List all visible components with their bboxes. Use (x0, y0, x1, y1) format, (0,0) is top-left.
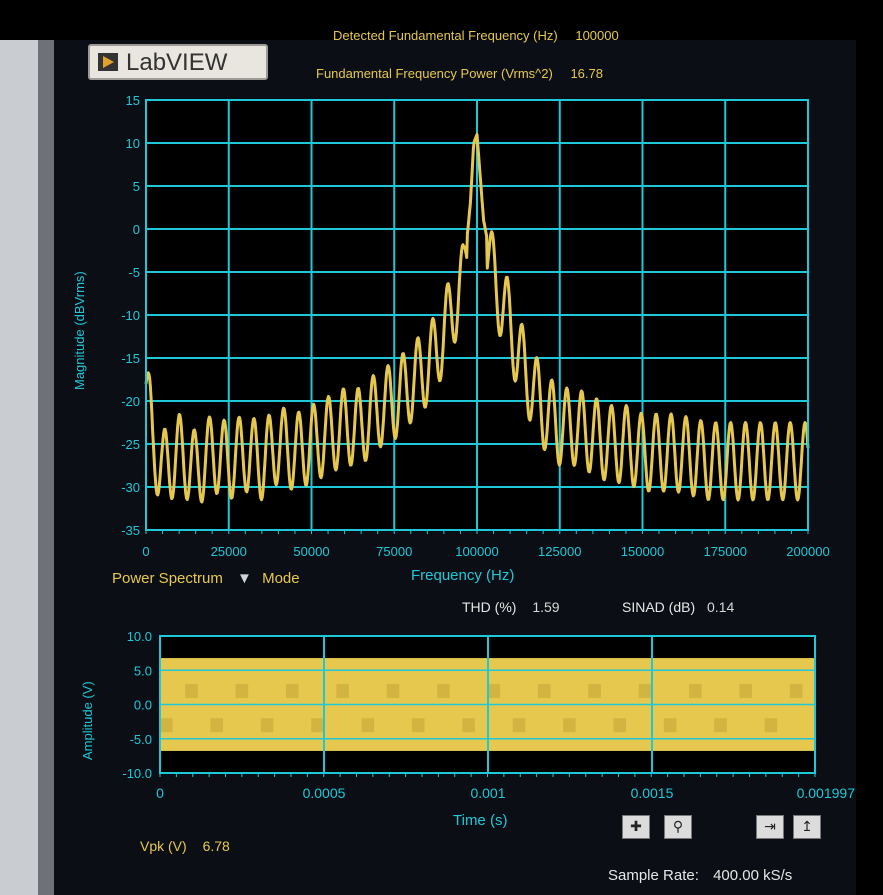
magnitude-axis-label: Magnitude (dBVrms) (72, 271, 87, 390)
time-x-tick-label: 0.001997 (797, 785, 856, 801)
spectrum-y-tick-label: -5 (128, 265, 140, 280)
time-y-tick-label: 10.0 (127, 629, 152, 644)
thd-row: THD (%) 1.59 (462, 599, 560, 615)
amplitude-axis-label: Amplitude (V) (80, 681, 95, 760)
spectrum-x-tick-label: 0 (142, 544, 149, 559)
time-signal-texture (437, 683, 450, 698)
spectrum-y-tick-label: -35 (121, 523, 140, 538)
vpk-label: Vpk (V) (140, 838, 187, 854)
time-y-tick-label: -5.0 (130, 732, 152, 747)
spectrum-mode-control[interactable]: Power Spectrum ▼ Mode (112, 570, 300, 587)
time-axis-label: Time (s) (453, 812, 508, 829)
spectrum-x-tick-label: 25000 (211, 544, 247, 559)
thd-value: 1.59 (532, 599, 560, 615)
time-signal-texture (714, 718, 727, 733)
spectrum-x-tick-label: 75000 (376, 544, 412, 559)
time-x-tick-label: 0 (156, 785, 164, 801)
spectrum-x-tick-label: 50000 (293, 544, 329, 559)
autoscale-x-icon[interactable]: ⇥ (756, 815, 784, 839)
time-signal-texture (487, 683, 501, 698)
time-signal-texture (588, 683, 601, 698)
spectrum-y-tick-label: -30 (121, 480, 140, 495)
autoscale-y-icon[interactable]: ↥ (793, 815, 821, 839)
time-y-tick-label: 5.0 (134, 663, 152, 678)
spectrum-y-tick-label: -25 (121, 437, 140, 452)
time-signal-texture (411, 718, 425, 733)
time-x-tick-label: 0.0015 (631, 785, 674, 801)
time-signal-texture (260, 718, 274, 733)
time-signal-texture (185, 683, 198, 698)
spectrum-mode-caption: Mode (262, 570, 300, 587)
time-signal-texture (789, 683, 803, 698)
spectrum-x-tick-label: 175000 (704, 544, 747, 559)
time-signal-texture (739, 683, 753, 698)
time-signal-texture (764, 718, 778, 733)
spectrum-y-tick-label: 5 (133, 179, 140, 194)
cursor-crosshair-icon[interactable]: ✚ (622, 815, 650, 839)
time-signal-texture (386, 683, 400, 698)
time-y-tick-label: -10.0 (122, 766, 152, 781)
time-signal-texture (462, 718, 475, 733)
time-y-tick-label: 0.0 (134, 698, 152, 713)
time-signal-texture (235, 683, 249, 698)
zoom-icon[interactable]: ⚲ (664, 815, 692, 839)
sinad-label: SINAD (dB) (622, 599, 696, 615)
sample-rate-value: 400.00 kS/s (713, 867, 793, 884)
spectrum-y-tick-label: 15 (126, 93, 140, 108)
time-signal-texture (689, 683, 702, 698)
vpk-row: Vpk (V) 6.78 (140, 838, 230, 854)
spectrum-y-tick-label: 10 (126, 136, 140, 151)
time-signal-texture (663, 718, 677, 733)
time-x-tick-label: 0.001 (470, 785, 505, 801)
time-signal-texture (537, 683, 551, 698)
time-signal-texture (285, 683, 299, 698)
spectrum-y-tick-label: -10 (121, 308, 140, 323)
spectrum-x-tick-label: 100000 (455, 544, 498, 559)
sample-rate-label: Sample Rate: (608, 867, 699, 884)
vpk-value: 6.78 (202, 838, 230, 854)
frequency-axis-label: Frequency (Hz) (411, 567, 515, 584)
sinad-row: SINAD (dB) 0.14 (622, 599, 734, 615)
time-signal-texture (512, 718, 526, 733)
spectrum-x-tick-label: 125000 (538, 544, 581, 559)
charts-canvas: 0 25000 50000 75000 100000 125000 150000 175000… (121, 93, 856, 801)
time-signal-texture (311, 718, 324, 733)
sample-rate-row: Sample Rate: 400.00 kS/s (608, 867, 792, 884)
spectrum-y-tick-label: -20 (121, 394, 140, 409)
time-signal-texture (336, 683, 349, 698)
spectrum-x-tick-label: 150000 (621, 544, 664, 559)
thd-label: THD (%) (462, 599, 517, 615)
spectrum-mode-value[interactable]: Power Spectrum (112, 570, 223, 587)
time-x-tick-label: 0.0005 (303, 785, 346, 801)
time-signal-texture (160, 718, 173, 733)
spectrum-x-tick-label: 200000 (786, 544, 829, 559)
time-signal-texture (563, 718, 576, 733)
time-signal-texture (361, 718, 375, 733)
spectrum-y-tick-label: 0 (133, 222, 140, 237)
time-signal-texture (210, 718, 223, 733)
time-signal-texture (638, 683, 652, 698)
time-signal-texture (613, 718, 627, 733)
spectrum-y-tick-label: -15 (121, 351, 140, 366)
sinad-value: 0.14 (707, 599, 735, 615)
triangle-down-icon[interactable]: ▼ (237, 570, 252, 587)
